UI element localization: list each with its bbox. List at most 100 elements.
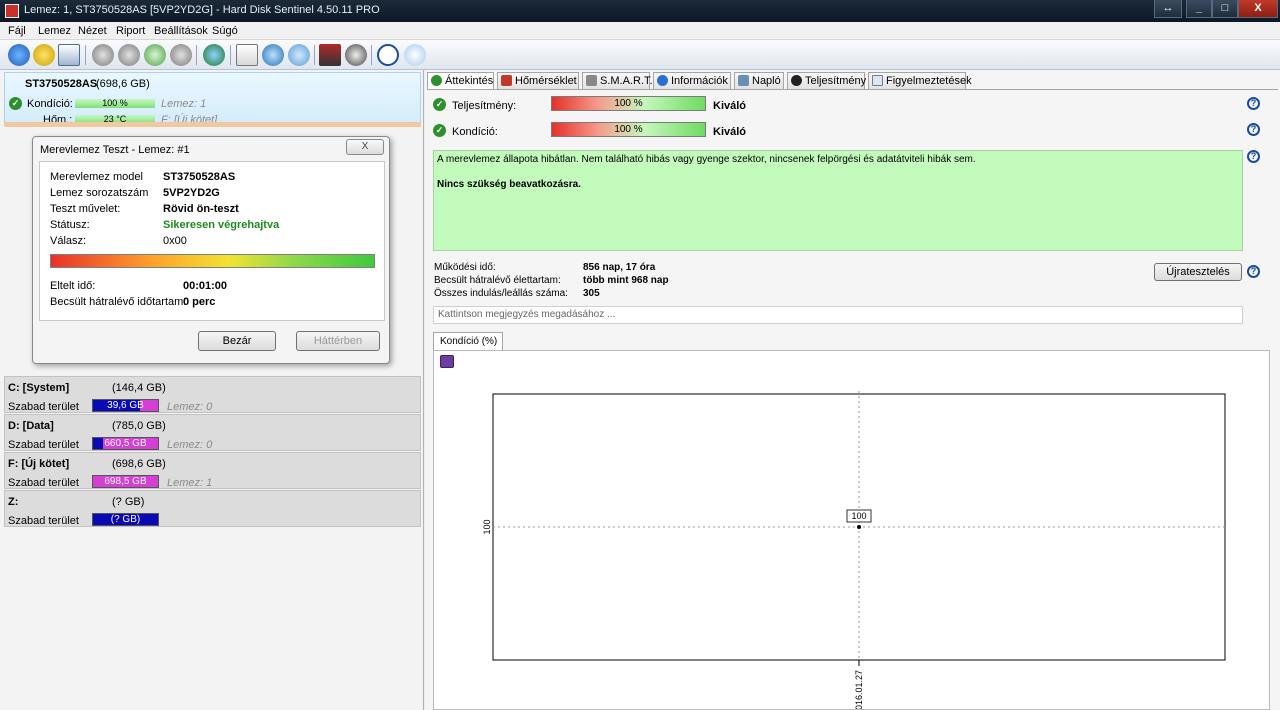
- stat-label: Becsült hátralévő élettartam:: [434, 275, 561, 286]
- disk-size: (698,6 GB): [96, 78, 150, 90]
- volume-item[interactable]: C: [System] (146,4 GB) Szabad terület 39…: [4, 376, 421, 413]
- menu-file[interactable]: Fájl: [8, 25, 26, 37]
- info-icon: [657, 75, 668, 86]
- volume-item[interactable]: Z: (? GB) Szabad terület (? GB): [4, 490, 421, 527]
- condition-label: Kondíció:: [452, 126, 498, 138]
- tab-label: Információk: [671, 75, 728, 87]
- tab-label: Figyelmeztetések: [886, 75, 972, 87]
- disk-condition-label: Kondíció:: [27, 98, 73, 110]
- performance-bar: 100 %: [551, 96, 706, 111]
- stat-value: több mint 968 nap: [583, 275, 669, 286]
- tab-label: Hőmérséklet: [515, 75, 577, 87]
- volume-item[interactable]: D: [Data] (785,0 GB) Szabad terület 660,…: [4, 414, 421, 451]
- volume-name: Z:: [8, 496, 19, 508]
- menu-report[interactable]: Riport: [116, 25, 145, 37]
- menu-help[interactable]: Súgó: [212, 25, 238, 37]
- y-tick-label: 100: [482, 519, 492, 534]
- web-icon[interactable]: [203, 44, 225, 66]
- volume-free-value: 39,6 GB: [107, 400, 144, 411]
- window-titlebar: Lemez: 1, ST3750528AS [5VP2YD2G] - Hard …: [0, 0, 1280, 22]
- tab-label: Napló: [752, 75, 781, 87]
- volume-free-bar: (? GB): [92, 513, 159, 526]
- status-message-box: A merevlemez állapota hibátlan. Nem talá…: [433, 150, 1243, 251]
- help-icon[interactable]: ?: [1247, 265, 1260, 278]
- volume-item[interactable]: F: [Új kötet] (698,6 GB) Szabad terület …: [4, 452, 421, 489]
- test-progress-bar: [50, 254, 375, 268]
- help-icon[interactable]: ?: [1247, 123, 1260, 136]
- retest-button[interactable]: Újratesztelés: [1154, 263, 1242, 281]
- cloud-icon[interactable]: [288, 44, 310, 66]
- volume-free-label: Szabad terület: [8, 515, 79, 527]
- dialog-close-button[interactable]: X: [346, 139, 384, 155]
- volume-free-label: Szabad terület: [8, 401, 79, 413]
- tab-alerts[interactable]: Figyelmeztetések: [868, 72, 972, 89]
- remaining-value: 0 perc: [183, 296, 216, 308]
- disk-model: ST3750528AS: [25, 78, 98, 90]
- volume-disk: Lemez: 0: [167, 439, 213, 451]
- dialog-body: Merevlemez model ST3750528AS Lemez soroz…: [39, 161, 385, 321]
- volume-free-bar: 39,6 GB: [92, 399, 159, 412]
- dialog-row-value: Rövid ön-teszt: [163, 203, 239, 215]
- tab-information[interactable]: Információk: [653, 72, 731, 89]
- volume-size: (? GB): [112, 496, 145, 508]
- help-icon[interactable]: ?: [1247, 150, 1260, 163]
- x-tick-label: 2016.01.27: [854, 670, 864, 709]
- disk-test-icon[interactable]: [92, 44, 114, 66]
- tab-log[interactable]: Napló: [734, 72, 784, 89]
- volume-free-label: Szabad terület: [8, 439, 79, 451]
- dialog-row-value: 0x00: [163, 235, 187, 247]
- volume-size: (785,0 GB): [112, 420, 166, 432]
- disk-separator: [4, 122, 421, 127]
- app-icon: [5, 4, 19, 18]
- refresh-icon[interactable]: [8, 44, 30, 66]
- resize-button[interactable]: ↔: [1154, 0, 1182, 18]
- volume-free-value: (? GB): [110, 514, 141, 525]
- volume-size: (698,6 GB): [112, 458, 166, 470]
- dialog-row-label: Lemez sorozatszám: [50, 187, 149, 199]
- document-icon[interactable]: [236, 44, 258, 66]
- minimize-button[interactable]: _: [1186, 0, 1212, 18]
- backup-icon[interactable]: [262, 44, 284, 66]
- stat-value: 856 nap, 17 óra: [583, 262, 656, 273]
- tab-smart[interactable]: S.M.A.R.T.: [582, 72, 653, 89]
- disk-condition-bar: 100 %: [75, 99, 155, 108]
- maximize-button[interactable]: □: [1212, 0, 1238, 18]
- disk-test2-icon[interactable]: [118, 44, 140, 66]
- alert-icon[interactable]: [33, 44, 55, 66]
- data-label: 100: [851, 511, 866, 521]
- menu-settings[interactable]: Beállítások: [154, 25, 208, 37]
- info-icon[interactable]: [404, 44, 426, 66]
- tab-label: Teljesítmény: [805, 75, 867, 87]
- disk-summary[interactable]: ST3750528AS (698,6 GB) ✓ Kondíció: 100 %…: [4, 72, 421, 126]
- toolbar-separator: [85, 45, 86, 65]
- status-message: A merevlemez állapota hibátlan. Nem talá…: [437, 154, 976, 165]
- elapsed-value: 00:01:00: [183, 280, 228, 292]
- disk-test3-icon[interactable]: [144, 44, 166, 66]
- tab-temperature[interactable]: Hőmérséklet: [497, 72, 579, 89]
- chart-tab-condition[interactable]: Kondíció (%): [433, 332, 503, 351]
- menu-disk[interactable]: Lemez: [38, 25, 71, 37]
- dialog-background-button[interactable]: Háttérben: [296, 331, 380, 351]
- volume-name: D: [Data]: [8, 420, 54, 432]
- tab-performance[interactable]: Teljesítmény: [787, 72, 867, 89]
- volume-free-value: 660,5 GB: [104, 438, 147, 449]
- report-icon[interactable]: [58, 44, 80, 66]
- dialog-row-label: Státusz:: [50, 219, 90, 231]
- tab-overview[interactable]: Áttekintés: [427, 72, 494, 90]
- toolbar-separator: [371, 45, 372, 65]
- disk-test4-icon[interactable]: [170, 44, 192, 66]
- toolbar-separator: [196, 45, 197, 65]
- condition-chart: 100 100 2016.01.27: [482, 391, 1226, 709]
- settings-icon[interactable]: [319, 44, 341, 66]
- close-button[interactable]: X: [1238, 0, 1278, 18]
- right-panel: Áttekintés Hőmérséklet S.M.A.R.T. Inform…: [425, 70, 1280, 710]
- help-icon[interactable]: ?: [1247, 97, 1260, 110]
- menu-view[interactable]: Nézet: [78, 25, 107, 37]
- menubar: Fájl Lemez Nézet Riport Beállítások Súgó: [0, 22, 1280, 40]
- note-input[interactable]: Kattintson megjegyzés megadásához ...: [433, 306, 1243, 324]
- dialog-close-btn[interactable]: Bezár: [198, 331, 276, 351]
- help-icon[interactable]: [377, 44, 399, 66]
- volume-size: (146,4 GB): [112, 382, 166, 394]
- left-panel: ST3750528AS (698,6 GB) ✓ Kondíció: 100 %…: [0, 70, 424, 710]
- config-icon[interactable]: [345, 44, 367, 66]
